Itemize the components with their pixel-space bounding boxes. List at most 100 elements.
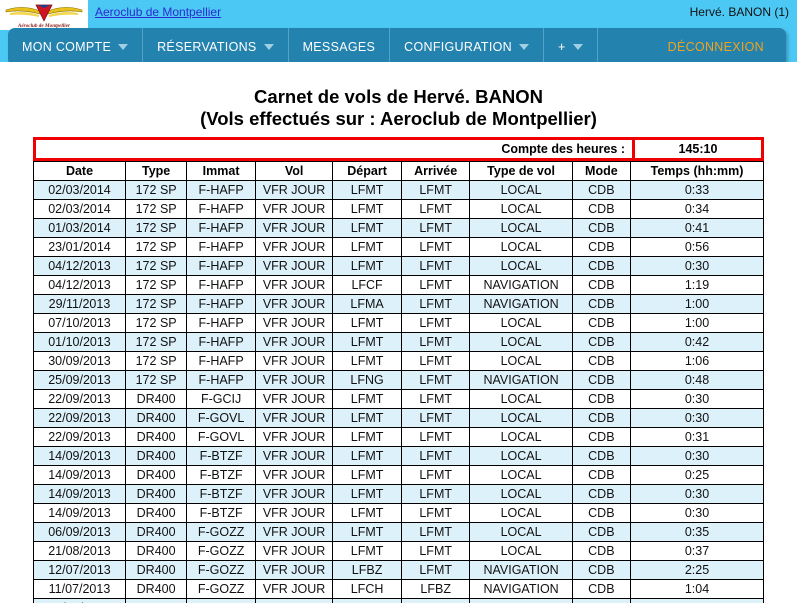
table-cell: 07/10/2013	[33, 312, 126, 333]
table-cell: LFMT	[400, 274, 471, 295]
table-cell: 172 SP	[124, 293, 188, 314]
site-home-link[interactable]: Aeroclub de Montpellier	[95, 5, 221, 19]
table-cell: LFMT	[332, 540, 402, 561]
table-cell: 172 SP	[124, 331, 188, 352]
table-cell: 01/10/2013	[33, 331, 126, 352]
hours-summary-value: 145:10	[632, 139, 761, 158]
chevron-down-icon	[518, 44, 529, 50]
table-cell: CDB	[571, 597, 632, 603]
table-row[interactable]: 11/07/2013 DR400 F-GOZZ VFR JOUR LFCH LFBZ NAV…	[33, 578, 764, 599]
table-row[interactable]: 14/09/2013 DR400 F-BTZF VFR JOUR LFMT LFMT LOC…	[33, 445, 764, 466]
table-cell: 01/03/2014	[33, 217, 126, 238]
table-row[interactable]: 01/10/2013 172 SP F-HAFP VFR JOUR LFMT LFMT LO…	[33, 331, 764, 352]
table-cell: LOCAL	[469, 464, 573, 485]
table-cell: LFMT	[332, 350, 402, 371]
table-cell: F-GOZZ	[186, 559, 256, 580]
table-cell: LFCH	[400, 597, 471, 603]
table-cell: VFR JOUR	[254, 502, 334, 523]
table-cell: LFMT	[400, 369, 471, 390]
table-cell: VFR JOUR	[254, 483, 334, 504]
table-cell: VFR JOUR	[254, 274, 334, 295]
table-cell: CDB	[571, 236, 632, 257]
table-cell: LFMT	[332, 255, 402, 276]
table-row[interactable]: 06/09/2013 DR400 F-GOZZ VFR JOUR LFMT LFMT LOC…	[33, 521, 764, 542]
table-cell: 14/09/2013	[33, 464, 126, 485]
table-row[interactable]: 22/09/2013 DR400 F-GCIJ VFR JOUR LFMT LFMT LOC…	[33, 388, 764, 409]
column-header: Temps (hh:mm)	[630, 160, 764, 181]
table-cell: F-HAFP	[186, 255, 256, 276]
table-row[interactable]: 23/01/2014 172 SP F-HAFP VFR JOUR LFMT LFMT LO…	[33, 236, 764, 257]
nav-item-reservations[interactable]: RÉSERVATIONS	[143, 28, 289, 62]
table-cell: 172 SP	[124, 179, 188, 200]
table-row[interactable]: 01/03/2014 172 SP F-HAFP VFR JOUR LFMT LFMT LO…	[33, 217, 764, 238]
table-header-row: Date Type Immat Vol Départ Arrivée Type de vol…	[33, 160, 764, 181]
table-cell: NAVIGATION	[469, 597, 573, 603]
table-cell: F-BTZF	[186, 445, 256, 466]
table-row[interactable]: 14/09/2013 DR400 F-BTZF VFR JOUR LFMT LFMT LOC…	[33, 502, 764, 523]
table-cell: LFMT	[332, 426, 402, 447]
table-row[interactable]: 14/09/2013 DR400 F-BTZF VFR JOUR LFMT LFMT LOC…	[33, 483, 764, 504]
column-header: Départ	[332, 160, 402, 181]
nav-item-mon-compte[interactable]: MON COMPTE	[8, 28, 144, 62]
table-cell: LOCAL	[469, 198, 573, 219]
table-cell: F-BTZF	[186, 464, 256, 485]
table-cell: F-GOZZ	[186, 540, 256, 561]
table-cell: CDB	[571, 464, 632, 485]
table-row[interactable]: 12/07/2013 DR400 F-GOZZ VFR JOUR LFBZ LFMT NAV…	[33, 559, 764, 580]
logout-link[interactable]: DÉCONNEXION	[654, 28, 786, 62]
table-cell: NAVIGATION	[469, 274, 573, 295]
nav-item-more[interactable]: +	[544, 28, 598, 62]
table-cell: VFR JOUR	[254, 445, 334, 466]
table-cell: F-HAFP	[186, 293, 256, 314]
table-cell: 1:06	[630, 350, 764, 371]
table-cell: CDB	[571, 540, 632, 561]
table-cell: CDB	[571, 388, 632, 409]
table-cell: F-GOVL	[186, 407, 256, 428]
table-cell: 23/01/2014	[33, 236, 126, 257]
table-cell: 0:42	[630, 331, 764, 352]
nav-label: MON COMPTE	[22, 40, 112, 54]
table-row[interactable]: 10/07/2013DR400F-GOZZVFR JOURLFCDLFCHNAV…	[33, 597, 764, 603]
page-title: Carnet de vols de Hervé. BANON (Vols eff…	[0, 86, 797, 130]
nav-item-messages[interactable]: MESSAGES	[289, 28, 391, 62]
table-cell: LFMT	[400, 426, 471, 447]
nav-label: CONFIGURATION	[404, 40, 512, 54]
table-cell: LOCAL	[469, 331, 573, 352]
table-row[interactable]: 07/10/2013 172 SP F-HAFP VFR JOUR LFMT LFMT LO…	[33, 312, 764, 333]
table-cell: F-GCIJ	[186, 388, 256, 409]
table-row[interactable]: 22/09/2013 DR400 F-GOVL VFR JOUR LFMT LFMT LOC…	[33, 426, 764, 447]
table-cell: LFMT	[332, 312, 402, 333]
table-cell: F-BTZF	[186, 483, 256, 504]
nav-label: MESSAGES	[302, 40, 376, 54]
table-cell: 1:00	[630, 293, 764, 314]
table-cell: CDB	[571, 559, 632, 580]
table-cell: NAVIGATION	[469, 369, 573, 390]
table-cell: VFR JOUR	[254, 312, 334, 333]
page-title-line1: Carnet de vols de Hervé. BANON	[254, 86, 543, 107]
table-row[interactable]: 02/03/2014 172 SP F-HAFP VFR JOUR LFMT LFMT LO…	[33, 198, 764, 219]
table-cell: 1:19	[630, 274, 764, 295]
winged-emblem-icon: Aéroclub de Montpellier	[5, 4, 83, 29]
table-row[interactable]: 04/12/2013 172 SP F-HAFP VFR JOUR LFMT LFMT LO…	[33, 255, 764, 276]
table-cell: LFMT	[400, 312, 471, 333]
table-cell: CDB	[571, 198, 632, 219]
table-row[interactable]: 14/09/2013 DR400 F-BTZF VFR JOUR LFMT LFMT LOC…	[33, 464, 764, 485]
table-cell: DR400	[124, 445, 188, 466]
table-cell: CDB	[571, 578, 632, 599]
table-cell: 0:30	[630, 388, 764, 409]
nav-item-configuration[interactable]: CONFIGURATION	[390, 28, 544, 62]
table-row[interactable]: 29/11/2013 172 SP F-HAFP VFR JOUR LFMA LFMT NA…	[33, 293, 764, 314]
table-cell: LOCAL	[469, 407, 573, 428]
table-row[interactable]: 30/09/2013 172 SP F-HAFP VFR JOUR LFMT LFMT LO…	[33, 350, 764, 371]
table-cell: 22/09/2013	[33, 407, 126, 428]
table-cell: CDB	[571, 426, 632, 447]
table-row[interactable]: 25/09/2013 172 SP F-HAFP VFR JOUR LFNG LFMT NA…	[33, 369, 764, 390]
table-row[interactable]: 04/12/2013 172 SP F-HAFP VFR JOUR LFCF LFMT NA…	[33, 274, 764, 295]
table-cell: LFMT	[400, 464, 471, 485]
table-cell: CDB	[571, 179, 632, 200]
table-cell: LFMA	[332, 293, 402, 314]
table-cell: 14/09/2013	[33, 502, 126, 523]
table-row[interactable]: 02/03/2014 172 SP F-HAFP VFR JOUR LFMT LFMT LO…	[33, 179, 764, 200]
table-row[interactable]: 22/09/2013 DR400 F-GOVL VFR JOUR LFMT LFMT LOC…	[33, 407, 764, 428]
table-row[interactable]: 21/08/2013 DR400 F-GOZZ VFR JOUR LFMT LFMT LOC…	[33, 540, 764, 561]
